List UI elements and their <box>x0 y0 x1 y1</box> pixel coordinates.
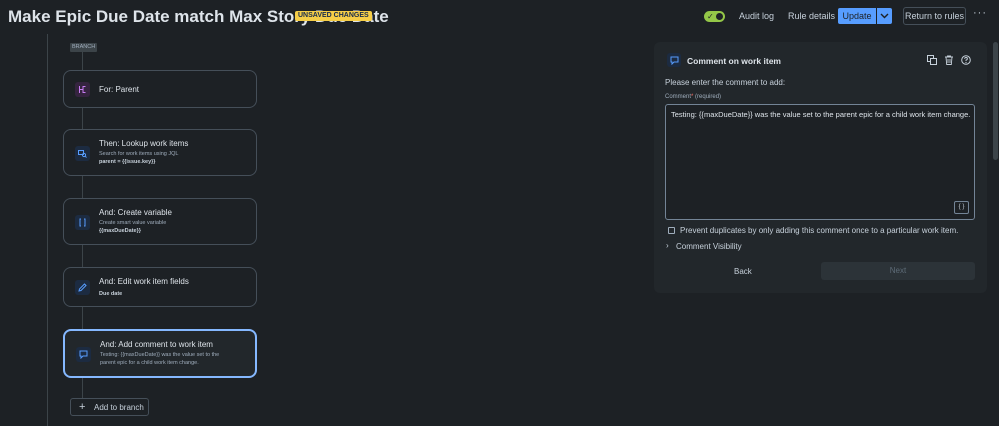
card-description: Create smart value variable <box>99 220 167 226</box>
variable-icon <box>75 215 90 230</box>
duplicate-icon[interactable] <box>927 55 937 65</box>
next-button[interactable]: Next <box>821 262 975 280</box>
chevron-down-icon <box>880 13 889 19</box>
return-to-rules-button[interactable]: Return to rules <box>903 7 966 25</box>
card-detail: {{maxDueDate}} <box>99 228 141 234</box>
flow-card-add-comment[interactable]: And: Add comment to work item Testing: {… <box>63 329 257 378</box>
audit-log-button[interactable]: Audit log <box>739 11 774 21</box>
add-to-branch-label: Add to branch <box>94 403 144 412</box>
branch-icon <box>75 82 90 97</box>
rule-enabled-toggle[interactable]: ✓ <box>704 11 725 22</box>
card-title: And: Add comment to work item <box>100 340 213 349</box>
flow-card-edit-work-item-fields[interactable]: And: Edit work item fields Due date <box>63 267 257 307</box>
toggle-knob <box>716 13 723 20</box>
prevent-duplicates-checkbox[interactable] <box>668 227 675 234</box>
comment-icon <box>76 347 91 362</box>
required-mark: * <box>691 94 694 100</box>
rule-header: Make Epic Due Date match Max Story Due D… <box>0 0 999 34</box>
flow-connector-outer <box>47 34 48 426</box>
scrollbar-thumb[interactable] <box>993 42 998 160</box>
card-title: Then: Lookup work items <box>99 139 189 148</box>
prevent-duplicates-label: Prevent duplicates by only adding this c… <box>680 226 959 235</box>
card-description: Testing: {{maxDueDate}} was the value se… <box>100 352 220 358</box>
comment-value: Testing: {{maxDueDate}} was the value se… <box>671 110 971 119</box>
panel-title: Comment on work item <box>687 56 781 66</box>
component-config-panel: Comment on work item Please enter the co… <box>654 42 987 293</box>
comment-visibility-toggle[interactable]: Comment Visibility <box>676 242 742 251</box>
card-description: Search for work items using JQL <box>99 151 179 157</box>
flow-card-lookup-work-items[interactable]: Then: Lookup work items Search for work … <box>63 129 257 176</box>
branch-label: BRANCH <box>70 43 98 52</box>
back-button[interactable]: Back <box>734 267 752 276</box>
edit-icon <box>75 280 90 295</box>
flow-card-create-variable[interactable]: And: Create variable Create smart value … <box>63 198 257 245</box>
card-detail: parent = {{issue.key}} <box>99 159 156 165</box>
help-icon[interactable] <box>961 55 971 65</box>
lookup-icon <box>75 146 90 161</box>
comment-prompt: Please enter the comment to add: <box>665 78 786 87</box>
add-to-branch-button[interactable]: + Add to branch <box>70 398 149 416</box>
check-icon: ✓ <box>707 12 714 21</box>
more-actions-icon[interactable]: ··· <box>973 7 987 19</box>
comment-textarea[interactable]: Testing: {{maxDueDate}} was the value se… <box>665 104 975 220</box>
flow-card-for-parent[interactable]: For: Parent <box>63 70 257 108</box>
rule-details-button[interactable]: Rule details <box>788 11 835 21</box>
unsaved-changes-badge: UNSAVED CHANGES <box>295 11 372 21</box>
comment-field-label: Comment* (required) <box>665 94 721 100</box>
update-dropdown-button[interactable] <box>877 8 892 24</box>
trash-icon[interactable] <box>944 55 954 65</box>
comment-icon <box>667 53 681 67</box>
update-button[interactable]: Update <box>838 8 876 24</box>
chevron-right-icon[interactable]: › <box>666 241 669 250</box>
required-text: (required) <box>695 94 722 100</box>
card-title: And: Create variable <box>99 208 172 217</box>
card-title: For: Parent <box>99 85 140 94</box>
plus-icon: + <box>79 401 86 413</box>
card-description-line2: parent epic for a child work item change… <box>100 360 199 366</box>
card-detail: Due date <box>99 291 123 297</box>
card-title: And: Edit work item fields <box>99 277 189 286</box>
smart-value-button[interactable]: { } <box>954 201 969 214</box>
field-label-text: Comment <box>665 94 692 100</box>
